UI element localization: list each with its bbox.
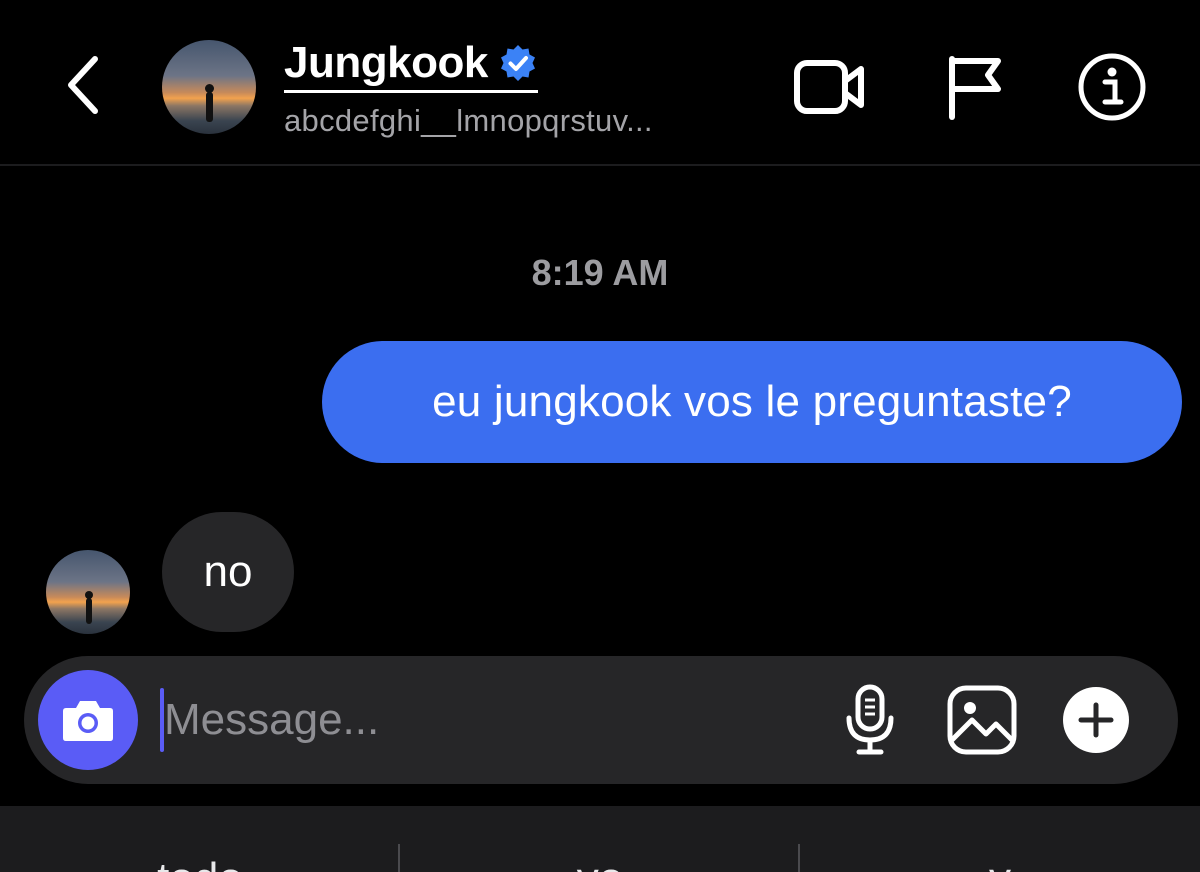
contact-title: Jungkook abcdefghi__lmnopqrstuv... [284, 38, 653, 139]
incoming-message-bubble[interactable]: no [162, 512, 294, 632]
outgoing-message-text: eu jungkook vos le preguntaste? [432, 377, 1072, 426]
chat-header: Jungkook abcdefghi__lmnopqrstuv... [0, 0, 1200, 166]
contact-avatar[interactable] [162, 40, 256, 134]
outgoing-message-bubble[interactable]: eu jungkook vos le preguntaste? [322, 341, 1182, 463]
chevron-left-icon [68, 56, 98, 114]
message-composer [24, 656, 1178, 784]
back-button[interactable] [58, 52, 108, 118]
dm-chat-screen: Jungkook abcdefghi__lmnopqrstuv... 8:19 … [0, 0, 1200, 872]
info-icon [1078, 53, 1146, 121]
microphone-icon [846, 684, 894, 755]
suggestion-1[interactable]: todo [50, 854, 350, 872]
flag-icon [949, 56, 1001, 120]
keyboard-suggestion-bar: todo yo y [0, 806, 1200, 872]
report-flag-button[interactable] [934, 50, 1014, 124]
suggestion-2[interactable]: yo [450, 854, 750, 872]
suggestion-3[interactable]: y [850, 854, 1150, 872]
gallery-button[interactable] [942, 680, 1022, 760]
verified-badge-icon [500, 45, 535, 81]
info-button[interactable] [1072, 50, 1152, 124]
suggestion-divider [398, 844, 400, 872]
avatar-silhouette [205, 84, 214, 122]
video-call-button[interactable] [790, 50, 870, 124]
camera-button[interactable] [38, 670, 138, 770]
avatar-silhouette [85, 591, 93, 624]
image-icon [947, 685, 1017, 755]
voice-message-button[interactable] [830, 680, 910, 760]
video-camera-icon [794, 60, 864, 114]
contact-username: abcdefghi__lmnopqrstuv... [284, 103, 653, 138]
more-options-button[interactable] [1056, 680, 1136, 760]
message-timestamp: 8:19 AM [531, 252, 669, 293]
sender-avatar[interactable] [46, 550, 130, 634]
suggestion-divider [798, 844, 800, 872]
incoming-message-text: no [203, 547, 253, 596]
contact-name: Jungkook [284, 38, 488, 87]
contact-name-link[interactable]: Jungkook [284, 38, 538, 93]
camera-icon [63, 701, 113, 741]
plus-icon [1063, 687, 1129, 753]
message-input[interactable] [164, 684, 684, 756]
